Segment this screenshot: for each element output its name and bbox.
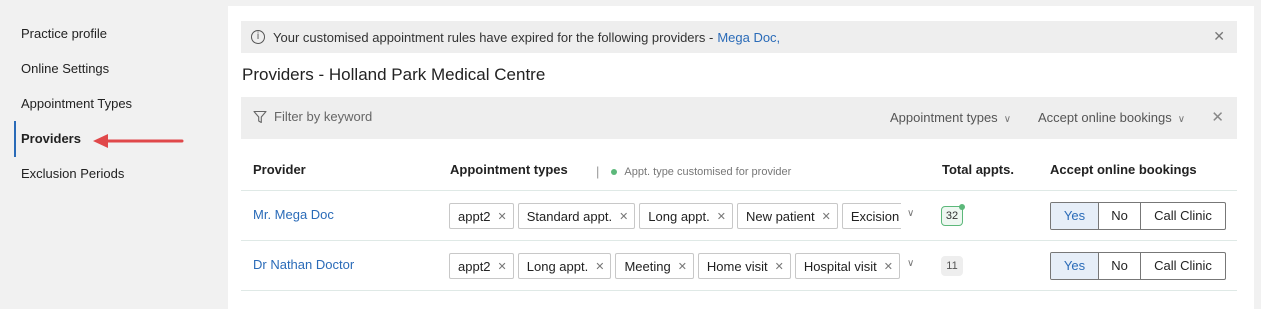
appointment-type-chips: appt2 ✕ Long appt. ✕ Meeting ✕ Home visit ✕ …	[449, 253, 901, 279]
online-booking-toggle: Yes No Call Clinic	[1050, 202, 1226, 230]
appointment-type-chip: Meeting ✕	[615, 253, 694, 279]
clear-filters-icon[interactable]: ✕	[1211, 108, 1224, 126]
accept-online-dropdown-label: Accept online bookings	[1038, 110, 1172, 125]
remove-icon[interactable]: ✕	[498, 260, 507, 273]
legend-separator: |	[596, 164, 600, 179]
customised-dot-icon	[959, 204, 965, 210]
total-appts-badge: 32	[941, 204, 965, 226]
appointment-type-chip: Excision✕	[841, 203, 901, 229]
table-row: Dr Nathan Doctor appt2 ✕ Long appt. ✕ Meet…	[241, 241, 1237, 291]
sidebar-item-practice-profile[interactable]: Practice profile	[21, 26, 107, 41]
accept-online-dropdown[interactable]: Accept online bookings ∨	[1038, 110, 1185, 125]
sidebar: Practice profile Online Settings Appoint…	[0, 0, 220, 309]
appointment-type-chip: New patient ✕	[736, 203, 838, 229]
chip-label: Home visit	[706, 258, 768, 274]
yes-button[interactable]: Yes	[1051, 203, 1098, 229]
info-icon: i	[251, 30, 265, 44]
total-appts-value: 11	[946, 260, 958, 272]
call-clinic-button[interactable]: Call Clinic	[1140, 253, 1225, 279]
table-row: Mr. Mega Doc appt2 ✕ Standard appt. ✕ Long…	[241, 191, 1237, 241]
main-panel: i Your customised appointment rules have…	[228, 6, 1254, 309]
chip-label: Long appt.	[526, 258, 589, 274]
customised-dot-icon	[611, 168, 618, 175]
online-booking-toggle: Yes No Call Clinic	[1050, 252, 1226, 280]
remove-icon[interactable]: ✕	[717, 210, 726, 223]
keyword-filter-input[interactable]: Filter by keyword	[253, 109, 372, 124]
chip-label: Standard appt.	[526, 208, 613, 224]
active-indicator	[14, 121, 16, 157]
sidebar-item-exclusion-periods[interactable]: Exclusion Periods	[21, 166, 124, 181]
appointment-type-chip: Hospital visit ✕	[794, 253, 900, 279]
provider-link[interactable]: Mr. Mega Doc	[253, 207, 334, 222]
chevron-down-icon[interactable]: ∨	[907, 208, 914, 219]
yes-button[interactable]: Yes	[1051, 253, 1098, 279]
header-accept-online: Accept online bookings	[1050, 162, 1197, 177]
close-icon[interactable]: ✕	[1213, 29, 1225, 45]
table-header: Provider Appointment types | Appt. type …	[241, 149, 1237, 191]
sidebar-item-appointment-types[interactable]: Appointment Types	[21, 96, 132, 111]
expired-rules-alert: i Your customised appointment rules have…	[241, 21, 1237, 53]
total-appts-value: 32	[945, 210, 959, 222]
remove-icon[interactable]: ✕	[498, 210, 507, 223]
appointment-type-chip: appt2 ✕	[449, 203, 514, 229]
chip-label: Hospital visit	[803, 258, 877, 274]
arrow-annotation-icon	[93, 134, 184, 148]
chip-label: Long appt.	[648, 208, 710, 224]
customised-legend: | Appt. type customised for provider	[596, 164, 791, 179]
filter-bar: Filter by keyword Appointment types ∨ Acc…	[241, 97, 1237, 139]
header-appointment-types: Appointment types	[450, 162, 568, 177]
chip-label: appt2	[458, 208, 491, 224]
appointment-type-chip: Home visit ✕	[697, 253, 791, 279]
chip-label: Meeting	[624, 258, 671, 274]
keyword-placeholder: Filter by keyword	[274, 109, 373, 124]
remove-icon[interactable]: ✕	[595, 260, 604, 273]
chip-label: New patient	[745, 208, 815, 224]
appointment-type-chips: appt2 ✕ Standard appt. ✕ Long appt. ✕ New p…	[449, 203, 901, 229]
appointment-types-dropdown-label: Appointment types	[890, 110, 998, 125]
remove-icon[interactable]: ✕	[884, 260, 893, 273]
alert-provider-link[interactable]: Mega Doc,	[717, 30, 780, 45]
remove-icon[interactable]: ✕	[678, 260, 687, 273]
legend-text: Appt. type customised for provider	[624, 165, 792, 178]
remove-icon[interactable]: ✕	[822, 210, 831, 223]
filter-icon	[253, 110, 267, 123]
sidebar-item-online-settings[interactable]: Online Settings	[21, 61, 109, 76]
header-provider: Provider	[253, 162, 306, 177]
appointment-types-dropdown[interactable]: Appointment types ∨	[890, 110, 1011, 125]
remove-icon[interactable]: ✕	[775, 260, 784, 273]
chevron-down-icon[interactable]: ∨	[907, 258, 914, 269]
chip-label: Excision	[850, 208, 900, 224]
appointment-type-chip: Standard appt. ✕	[517, 203, 636, 229]
no-button[interactable]: No	[1098, 253, 1140, 279]
alert-text: Your customised appointment rules have e…	[273, 29, 714, 45]
chevron-down-icon: ∨	[1177, 114, 1186, 125]
no-button[interactable]: No	[1098, 203, 1140, 229]
appointment-type-chip: Long appt. ✕	[517, 253, 612, 279]
page-title: Providers - Holland Park Medical Centre	[242, 65, 546, 84]
total-appts-badge: 11	[941, 256, 963, 276]
remove-icon[interactable]: ✕	[619, 210, 628, 223]
call-clinic-button[interactable]: Call Clinic	[1140, 203, 1225, 229]
appointment-type-chip: Long appt. ✕	[639, 203, 733, 229]
provider-link[interactable]: Dr Nathan Doctor	[253, 257, 354, 272]
sidebar-item-providers[interactable]: Providers	[21, 131, 81, 146]
header-total-appts: Total appts.	[942, 162, 1014, 177]
appointment-type-chip: appt2 ✕	[449, 253, 514, 279]
chevron-down-icon: ∨	[1003, 114, 1012, 125]
chip-label: appt2	[458, 258, 491, 274]
